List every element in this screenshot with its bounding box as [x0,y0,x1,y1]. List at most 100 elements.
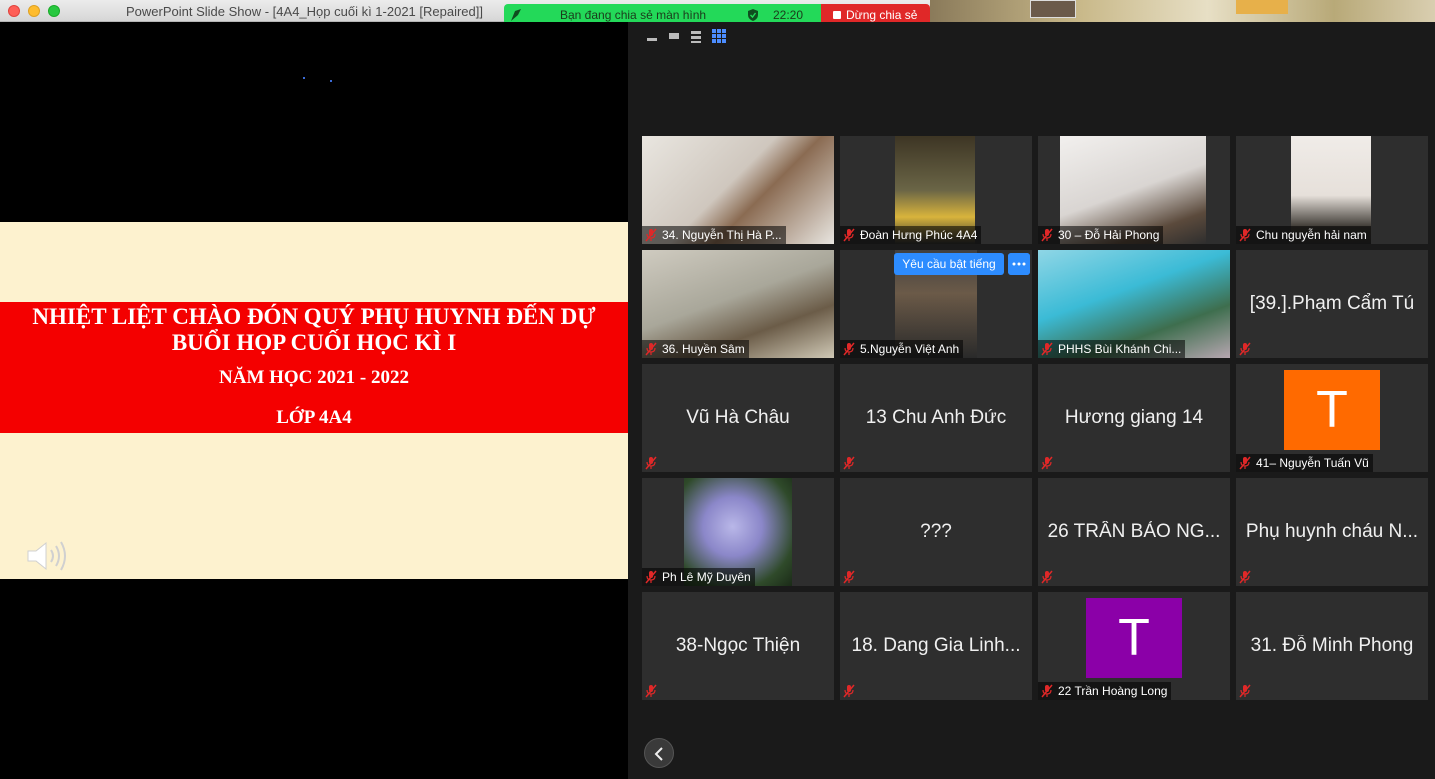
participant-label: 30 – Đỗ Hải Phong [1038,226,1164,244]
more-options-icon[interactable] [1008,253,1030,275]
participant-tile[interactable]: Đoàn Hưng Phúc 4A4 [840,136,1032,244]
slide-title-line1: NHIỆT LIỆT CHÀO ĐÓN QUÝ PHỤ HUYNH ĐẾN DỰ [32,304,596,329]
muted-mic-icon [843,456,855,470]
zoom-gallery-panel: 34. Nguyễn Thị Hà P... Đoàn Hưng Phúc 4A4… [628,22,1435,779]
muted-mic-icon [843,342,855,356]
participant-display-name: Hương giang 14 [1064,407,1204,428]
minimize-video-icon[interactable] [646,29,658,43]
participant-label: 5.Nguyễn Việt Anh [840,340,964,358]
muted-mic-icon [1041,456,1053,470]
participant-tile[interactable]: Hương giang 14 [1038,364,1230,472]
shield-icon [748,9,758,21]
muted-mic-icon [1239,228,1251,242]
muted-mic-icon [1041,570,1053,584]
participant-tile[interactable]: PHHS Bùi Khánh Chi... [1038,250,1230,358]
desktop-thumbnail [1030,0,1076,18]
muted-mic-icon [1041,342,1053,356]
participant-display-name: 13 Chu Anh Đức [865,407,1007,428]
close-window-button[interactable] [8,5,20,17]
fullscreen-window-button[interactable] [48,5,60,17]
participant-tile[interactable]: T 41– Nguyễn Tuấn Vũ [1236,364,1428,472]
slide-artifact [330,80,332,82]
participant-tile[interactable]: [39.].Phạm Cẩm Tú [1236,250,1428,358]
participant-display-name: 38-Ngọc Thiện [675,635,801,656]
thumbnail-view-icon[interactable] [668,29,680,43]
participant-label [1236,682,1260,700]
participant-label: Đoàn Hưng Phúc 4A4 [840,226,982,244]
participant-label: 41– Nguyễn Tuấn Vũ [1236,454,1373,472]
muted-mic-icon [843,228,855,242]
previous-page-button[interactable] [644,738,674,768]
participant-tile[interactable]: 18. Dang Gia Linh... [840,592,1032,700]
muted-mic-icon [843,684,855,698]
participant-tile[interactable]: Vũ Hà Châu [642,364,834,472]
participant-tile[interactable]: ??? [840,478,1032,586]
slide: NHIỆT LIỆT CHÀO ĐÓN QUÝ PHỤ HUYNH ĐẾN DỰ… [0,222,628,579]
participant-name: 5.Nguyễn Việt Anh [860,342,960,356]
participant-display-name: 26 TRẦN BẢO NG... [1047,521,1221,542]
participant-tile[interactable]: Chu nguyễn hải nam [1236,136,1428,244]
participant-tile[interactable]: 26 TRẦN BẢO NG... [1038,478,1230,586]
request-unmute-button[interactable]: Yêu cầu bật tiếng [894,253,1004,275]
slide-title-line2: BUỔI HỌP CUỐI HỌC KÌ I [171,330,457,355]
participant-tile[interactable]: 31. Đỗ Minh Phong [1236,592,1428,700]
participant-tile[interactable]: T 22 Trần Hoàng Long [1038,592,1230,700]
share-status-text: Bạn đang chia sẻ màn hình [560,8,707,22]
speaker-icon[interactable] [26,539,70,573]
muted-mic-icon [1239,684,1251,698]
participant-label [840,568,864,586]
window-title: PowerPoint Slide Show - [4A4_Họp cuối kì… [126,4,483,19]
participant-name: 41– Nguyễn Tuấn Vũ [1256,456,1369,470]
participant-tile[interactable]: Phụ huynh cháu N... [1236,478,1428,586]
participant-tile[interactable]: 30 – Đỗ Hải Phong [1038,136,1230,244]
participant-tile[interactable]: 38-Ngọc Thiện [642,592,834,700]
participant-display-name: Phụ huynh cháu N... [1245,521,1419,542]
slide-banner: NHIỆT LIỆT CHÀO ĐÓN QUÝ PHỤ HUYNH ĐẾN DỰ… [0,302,628,433]
participant-label: PHHS Bùi Khánh Chi... [1038,340,1186,358]
participant-label: 34. Nguyễn Thị Hà P... [642,226,786,244]
participant-name: PHHS Bùi Khánh Chi... [1058,342,1182,356]
muted-mic-icon [645,570,657,584]
minimize-window-button[interactable] [28,5,40,17]
participant-tile[interactable]: 34. Nguyễn Thị Hà P... [642,136,834,244]
participant-label: 36. Huyền Sâm [642,340,749,358]
slide-school-year: NĂM HỌC 2021 - 2022 [219,367,409,388]
slide-artifact [303,77,305,79]
muted-mic-icon [645,228,657,242]
participant-avatar: T [1086,598,1182,678]
participant-name: Ph Lê Mỹ Duyên [662,570,751,584]
muted-mic-icon [1239,456,1251,470]
participant-tile[interactable]: Ph Lê Mỹ Duyên [642,478,834,586]
muted-mic-icon [645,456,657,470]
slide-show-area: NHIỆT LIỆT CHÀO ĐÓN QUÝ PHỤ HUYNH ĐẾN DỰ… [0,22,628,779]
participant-label [840,454,864,472]
screen: PowerPoint Slide Show - [4A4_Họp cuối kì… [0,0,1435,779]
gallery-layout-options [646,29,726,43]
participant-display-name: Vũ Hà Châu [686,407,790,428]
desktop-thumbnail [1236,0,1288,14]
muted-mic-icon [645,684,657,698]
participant-name: 22 Trần Hoàng Long [1058,684,1168,698]
participant-tile[interactable]: 36. Huyền Sâm [642,250,834,358]
participant-label: Chu nguyễn hải nam [1236,226,1371,244]
participant-label [1236,568,1260,586]
chevron-left-icon [654,747,663,761]
stop-icon [833,11,841,19]
participant-label [1038,568,1062,586]
muted-mic-icon [1239,570,1251,584]
muted-mic-icon [1041,228,1053,242]
participant-name: 30 – Đỗ Hải Phong [1058,228,1160,242]
muted-mic-icon [645,342,657,356]
participant-tile[interactable]: 13 Chu Anh Đức [840,364,1032,472]
participant-label [642,682,666,700]
stop-share-label: Dừng chia sẻ [846,8,918,22]
participant-display-name: 31. Đỗ Minh Phong [1250,635,1414,656]
participant-avatar: T [1284,370,1380,450]
gallery-view-icon[interactable] [712,29,726,43]
muted-mic-icon [1041,684,1053,698]
share-screen-icon [511,9,521,21]
participant-label: 22 Trần Hoàng Long [1038,682,1172,700]
participant-label [840,682,864,700]
speaker-view-icon[interactable] [690,29,702,43]
participant-label [1236,340,1260,358]
